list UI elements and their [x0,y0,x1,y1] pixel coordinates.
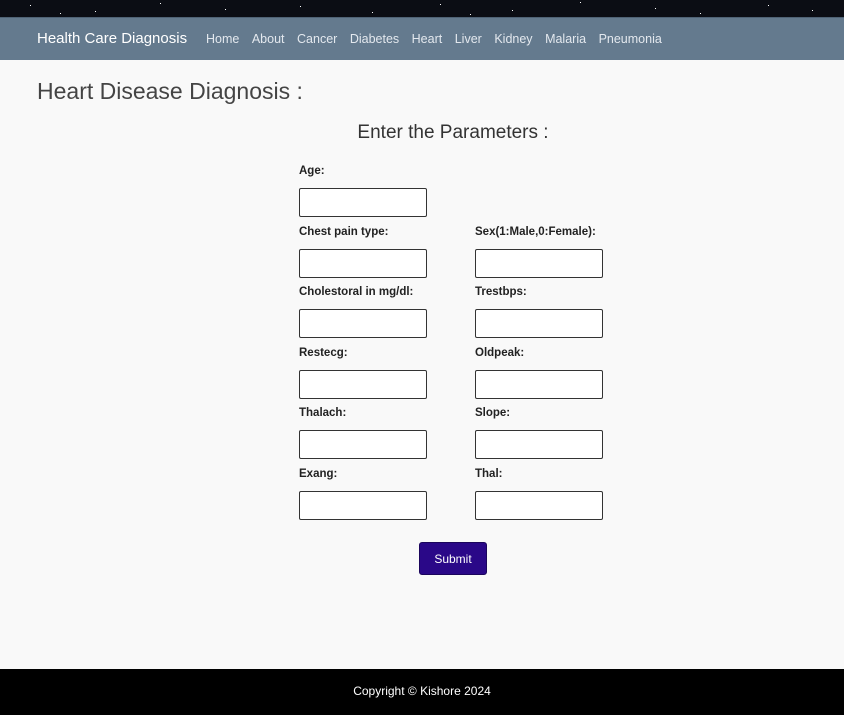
age-field-group: Age: [299,164,439,217]
exang-input[interactable] [299,491,427,520]
cholesterol-input[interactable] [299,309,427,338]
nav-link-heart[interactable]: Heart [412,32,443,46]
trestbps-label: Trestbps: [475,286,527,298]
brand-link[interactable]: Health Care Diagnosis [37,30,187,47]
footer: Copyright © Kishore 2024 [0,669,844,715]
trestbps-input[interactable] [475,309,603,338]
thalach-field-group: Thalach: [299,406,439,459]
nav-link-about[interactable]: About [252,32,285,46]
age-input[interactable] [299,188,427,217]
copyright-text: Copyright © Kishore 2024 [353,684,491,698]
nav-link-diabetes[interactable]: Diabetes [350,32,399,46]
submit-button[interactable]: Submit [419,542,487,575]
slope-label: Slope: [475,407,511,419]
nav-link-malaria[interactable]: Malaria [545,32,586,46]
nav-link-liver[interactable]: Liver [455,32,482,46]
thal-label: Thal: [475,468,503,480]
restecg-input[interactable] [299,370,427,399]
page-title: Heart Disease Diagnosis : [37,78,303,104]
age-label: Age: [299,165,325,177]
thal-field-group: Thal: [475,467,615,520]
sex-input[interactable] [475,249,603,278]
header-background-image [0,0,844,17]
thalach-label: Thalach: [299,407,347,419]
exang-field-group: Exang: [299,467,439,520]
chest-pain-field-group: Chest pain type: [299,225,439,278]
oldpeak-field-group: Oldpeak: [475,346,615,399]
nav-link-home[interactable]: Home [206,32,239,46]
nav-link-cancer[interactable]: Cancer [297,32,337,46]
sex-field-group: Sex(1:Male,0:Female): [475,225,615,278]
oldpeak-label: Oldpeak: [475,347,525,359]
cholesterol-label: Cholestoral in mg/dl: [299,286,414,298]
nav-link-kidney[interactable]: Kidney [494,32,532,46]
chest-pain-input[interactable] [299,249,427,278]
chest-pain-label: Chest pain type: [299,226,389,238]
navbar: Health Care Diagnosis Home About Cancer … [0,17,844,60]
slope-input[interactable] [475,430,603,459]
cholesterol-field-group: Cholestoral in mg/dl: [299,285,439,338]
exang-label: Exang: [299,468,338,480]
restecg-label: Restecg: [299,347,348,359]
thal-input[interactable] [475,491,603,520]
thalach-input[interactable] [299,430,427,459]
trestbps-field-group: Trestbps: [475,285,615,338]
restecg-field-group: Restecg: [299,346,439,399]
slope-field-group: Slope: [475,406,615,459]
nav-links: Home About Cancer Diabetes Heart Liver K… [206,32,674,46]
sex-label: Sex(1:Male,0:Female): [475,226,596,238]
nav-link-pneumonia[interactable]: Pneumonia [599,32,662,46]
oldpeak-input[interactable] [475,370,603,399]
form-heading: Enter the Parameters : [357,122,549,143]
